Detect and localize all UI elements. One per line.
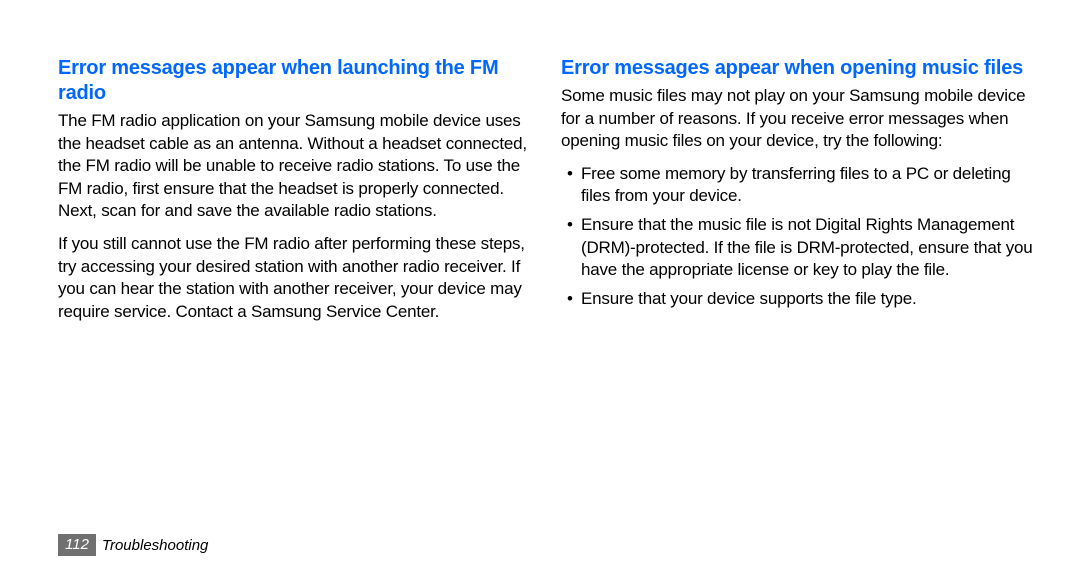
right-column: Error messages appear when opening music… [561,56,1038,333]
left-paragraph-2: If you still cannot use the FM radio aft… [58,233,535,323]
left-paragraph-1: The FM radio application on your Samsung… [58,110,535,223]
right-heading: Error messages appear when opening music… [561,56,1038,81]
list-item: Free some memory by transferring files t… [561,163,1038,208]
manual-page: Error messages appear when launching the… [0,0,1080,586]
list-item: Ensure that your device supports the fil… [561,288,1038,311]
page-number: 112 [58,534,96,556]
content-columns: Error messages appear when launching the… [58,56,1038,333]
list-item: Ensure that the music file is not Digita… [561,214,1038,282]
left-column: Error messages appear when launching the… [58,56,535,333]
footer-section-label: Troubleshooting [102,537,208,554]
right-bullets: Free some memory by transferring files t… [561,163,1038,311]
page-footer: 112 Troubleshooting [58,534,1038,556]
left-heading: Error messages appear when launching the… [58,56,535,106]
right-intro: Some music files may not play on your Sa… [561,85,1038,153]
